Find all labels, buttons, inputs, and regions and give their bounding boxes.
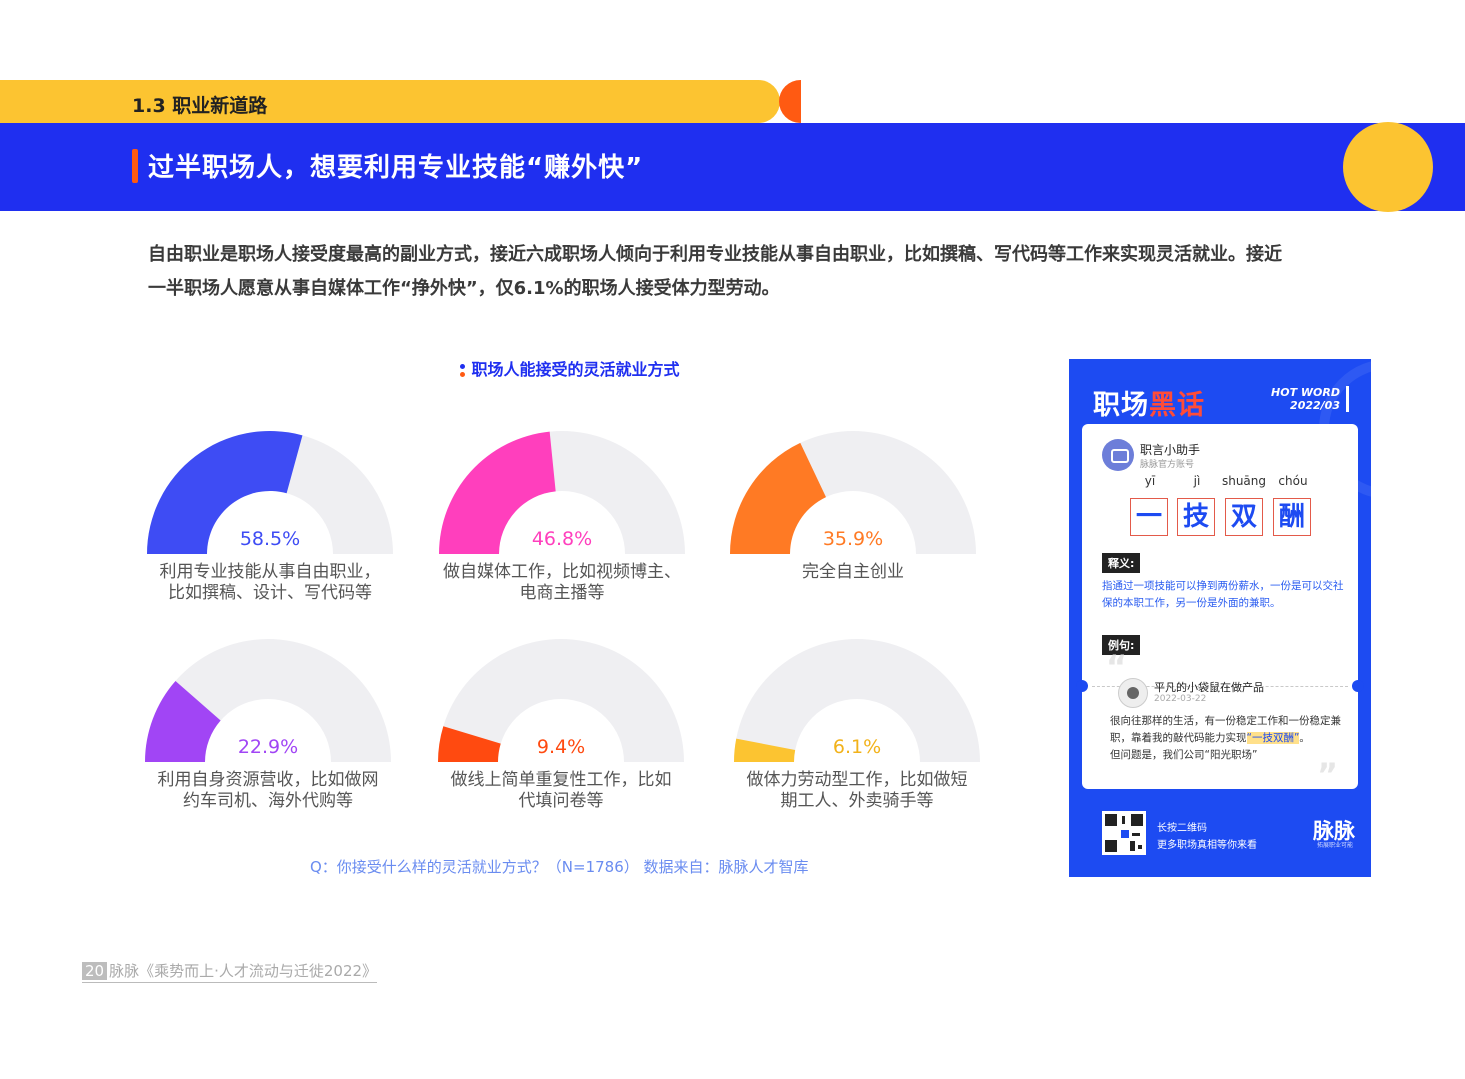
user-avatar-icon xyxy=(1118,678,1148,708)
footer-text: 脉脉《乘势而上·人才流动与迁徙2022》 xyxy=(109,962,378,980)
gauge-category-line: 做线上简单重复性工作，比如 xyxy=(450,770,672,790)
card-headline-b: 黑话 xyxy=(1149,390,1205,421)
account-name: 职言小助手 xyxy=(1140,443,1201,457)
gauge-category-label: 利用自身资源营收，比如做网 约车司机、海外代购等 xyxy=(128,770,408,812)
gauge-category-line: 利用专业技能从事自由职业， xyxy=(159,562,381,582)
gauge-value-label: 9.4% xyxy=(537,736,585,758)
hot-word-label: HOT WORD xyxy=(1271,386,1340,399)
gauge-category-line: 约车司机、海外代购等 xyxy=(183,791,353,811)
gauge-category-line: 代填问卷等 xyxy=(518,791,604,811)
gauge-value-label: 58.5% xyxy=(240,528,300,550)
pinyin-1: yī xyxy=(1144,474,1156,488)
hot-word-date: 2022/03 xyxy=(1290,399,1340,412)
ticket-notch-right xyxy=(1352,680,1364,692)
example-text-b: 。 xyxy=(1299,732,1310,744)
hanzi-4: 酬 xyxy=(1273,498,1311,536)
definition-tag: 释义: xyxy=(1102,553,1141,573)
hot-word-card: 职场黑话 HOT WORD 2022/03 职言小助手 脉脉官方账号 yī jì… xyxy=(1069,359,1371,877)
qr-code-icon[interactable] xyxy=(1102,811,1146,855)
definition-text: 指通过一项技能可以挣到两份薪水，一份是可以交社保的本职工作，另一份是外面的兼职。 xyxy=(1102,580,1344,609)
gauge-value-label: 6.1% xyxy=(833,736,881,758)
close-quote-icon: ” xyxy=(1316,756,1338,794)
gauge-category-label: 利用专业技能从事自由职业， 比如撰稿、设计、写代码等 xyxy=(130,562,410,604)
gauge-category-line: 电商主播等 xyxy=(519,583,605,603)
brand-tagline: 拓展职业可能 xyxy=(1316,842,1353,849)
gauge-value-label: 35.9% xyxy=(823,528,883,550)
ticket-notch-left xyxy=(1076,680,1088,692)
gauge-category-label: 做体力劳动型工作，比如做短 期工人、外卖骑手等 xyxy=(717,770,997,812)
pinyin-4: chóu xyxy=(1278,474,1308,488)
gauge-category-line: 做体力劳动型工作，比如做短 xyxy=(746,770,968,790)
decorative-circle xyxy=(1343,122,1433,212)
gauge-category-label: 做自媒体工作，比如视频博主、 电商主播等 xyxy=(422,562,702,604)
gauge-category-line: 做自媒体工作，比如视频博主、 xyxy=(443,562,681,582)
pinyin-3: shuāng xyxy=(1221,474,1267,488)
hanzi-3: 双 xyxy=(1225,498,1263,536)
gauge-category-line: 利用自身资源营收，比如做网 xyxy=(157,770,379,790)
example-user-date: 2022-03-22 xyxy=(1154,694,1207,704)
gauge-category-label: 完全自主创业 xyxy=(713,562,993,583)
gauge-value-label: 46.8% xyxy=(532,528,592,550)
account-sub: 脉脉官方账号 xyxy=(1140,460,1195,470)
gauge-category-label: 做线上简单重复性工作，比如 代填问卷等 xyxy=(421,770,701,812)
hot-word-badge: HOT WORD 2022/03 xyxy=(1271,386,1349,412)
page-number: 20 xyxy=(82,962,108,980)
gauge-chart: 58.5% 46.8% 35.9% 22.9% 9.4% 6.1% xyxy=(145,430,980,762)
example-text-c: 但问题是，我们公司“阳光职场” xyxy=(1110,749,1258,761)
card-headline-a: 职场 xyxy=(1093,390,1149,421)
card-inner-panel: 职言小助手 脉脉官方账号 yī jì shuāng chóu 一 技 双 酬 释… xyxy=(1076,424,1364,794)
gauge-category-line: 比如撰稿、设计、写代码等 xyxy=(168,583,372,603)
assistant-avatar-icon xyxy=(1102,439,1134,471)
gauge-value-label: 22.9% xyxy=(238,736,298,758)
card-headline: 职场黑话 xyxy=(1093,383,1205,422)
cta-line-2: 更多职场真相等你来看 xyxy=(1157,840,1257,851)
example-text: 很向往那样的生活，有一份稳定工作和一份稳定兼职，靠着我的敲代码能力实现“一技双酬… xyxy=(1110,713,1346,764)
gauge-category-line: 期工人、外卖骑手等 xyxy=(780,791,934,811)
gauge-category-line: 完全自主创业 xyxy=(802,562,904,582)
source-note: Q：你接受什么样的灵活就业方式？（N=1786） 数据来自：脉脉人才智库 xyxy=(310,858,809,876)
cta-line-1: 长按二维码 xyxy=(1157,823,1207,834)
hanzi-1: 一 xyxy=(1130,498,1168,536)
hanzi-2: 技 xyxy=(1177,498,1215,536)
footer: 20 脉脉《乘势而上·人才流动与迁徙2022》 xyxy=(82,960,378,983)
example-highlight: “一技双酬” xyxy=(1246,732,1300,744)
example-user-name: 平凡的小袋鼠在做产品 xyxy=(1154,681,1264,694)
pinyin-2: jì xyxy=(1193,474,1201,488)
